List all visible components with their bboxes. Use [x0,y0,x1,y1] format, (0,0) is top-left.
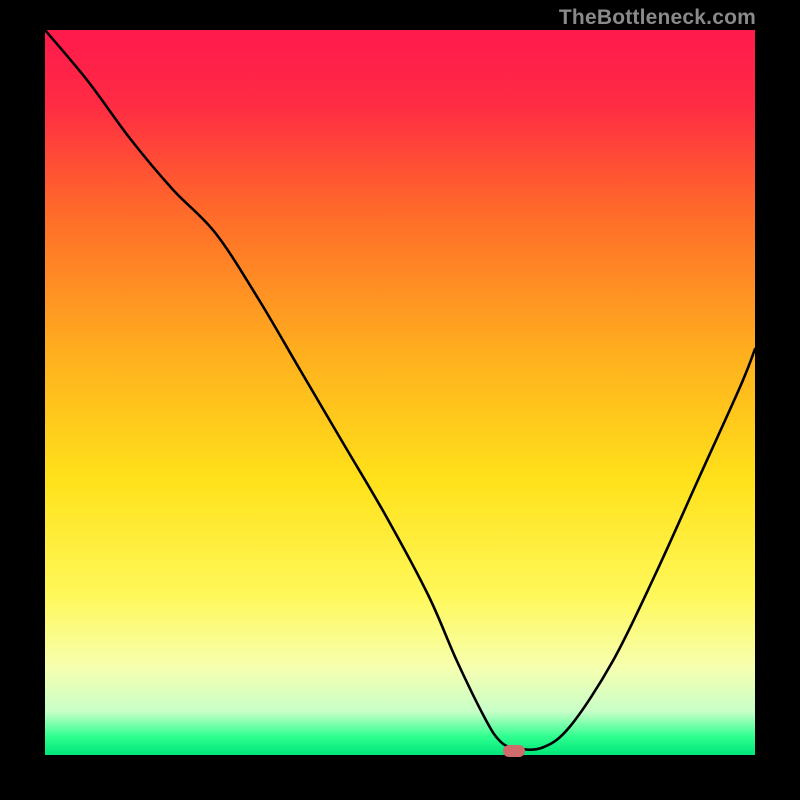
bottleneck-curve [45,30,755,750]
watermark-text: TheBottleneck.com [559,6,756,30]
chart-stage: TheBottleneck.com [0,0,800,800]
optimal-marker [503,745,525,757]
curve-layer [45,30,755,755]
plot-area [45,30,755,755]
